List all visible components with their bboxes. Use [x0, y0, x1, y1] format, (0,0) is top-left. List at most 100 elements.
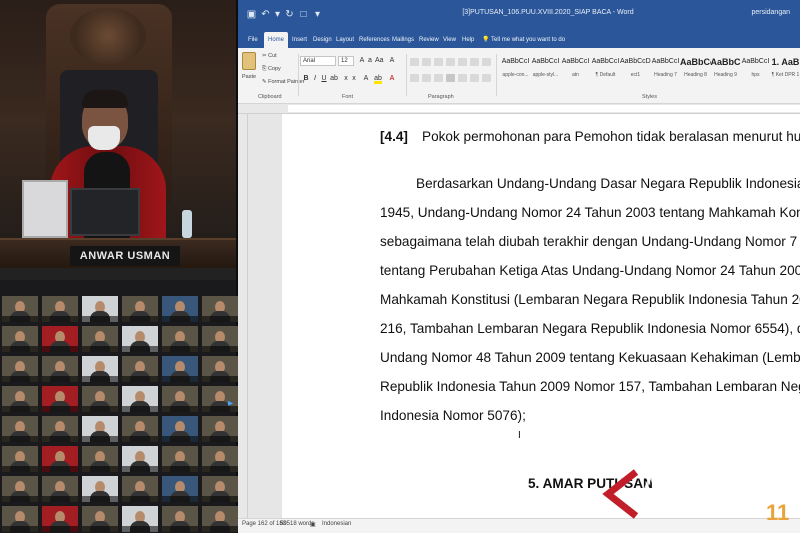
copy-button[interactable]: ⎘ Copy	[262, 66, 281, 73]
participant-tile[interactable]	[122, 356, 158, 382]
line-spacing-icon[interactable]	[458, 74, 467, 82]
next-page-arrow-icon[interactable]: ▸	[228, 396, 236, 412]
participant-tile[interactable]	[162, 296, 198, 322]
document-canvas[interactable]: [4.4] Pokok permohonan para Pemohon tida…	[248, 114, 800, 518]
shading-icon[interactable]	[470, 74, 479, 82]
italic-icon[interactable]: I	[311, 74, 319, 84]
participant-tile[interactable]	[122, 446, 158, 472]
participant-tile[interactable]	[82, 416, 118, 442]
underline-icon[interactable]: U	[320, 74, 328, 84]
style-option[interactable]: AaBbCc Heading 8	[680, 52, 711, 88]
style-option[interactable]: AaBbCcI ¶ Default	[590, 52, 621, 88]
borders-icon[interactable]	[482, 74, 491, 82]
subscript-icon[interactable]: x	[342, 74, 350, 84]
participant-tile[interactable]	[2, 386, 38, 412]
proofing-icon[interactable]: ▣	[310, 521, 316, 528]
clear-formatting-icon[interactable]: A	[388, 56, 396, 66]
participant-tile[interactable]	[42, 506, 78, 532]
style-option[interactable]: 1. AaB ¶ Ket DPR 1	[770, 52, 800, 88]
bullets-icon[interactable]	[410, 58, 419, 66]
vertical-ruler[interactable]	[238, 114, 248, 518]
shrink-font-icon[interactable]: a	[366, 56, 374, 66]
document-page[interactable]: [4.4] Pokok permohonan para Pemohon tida…	[282, 114, 800, 518]
font-color-icon[interactable]: A	[388, 74, 396, 84]
multilevel-list-icon[interactable]	[434, 58, 443, 66]
participant-tile[interactable]	[122, 416, 158, 442]
tab-file[interactable]: File	[244, 32, 262, 48]
align-left-icon[interactable]	[410, 74, 419, 82]
tab-mailings[interactable]: Mailings	[388, 32, 418, 48]
tab-view[interactable]: View	[439, 32, 460, 48]
highlight-color-icon[interactable]: ab	[374, 74, 382, 84]
participant-tile[interactable]	[122, 296, 158, 322]
participant-tile[interactable]	[202, 356, 238, 382]
participant-tile[interactable]	[2, 416, 38, 442]
participant-tile[interactable]	[42, 326, 78, 352]
participant-tile[interactable]	[162, 506, 198, 532]
participant-tile[interactable]	[162, 446, 198, 472]
undo-dropdown-icon[interactable]: ▾	[272, 9, 283, 20]
participant-tile[interactable]	[122, 506, 158, 532]
participant-tile[interactable]	[82, 296, 118, 322]
align-right-icon[interactable]	[434, 74, 443, 82]
participant-tile[interactable]	[2, 296, 38, 322]
font-name-select[interactable]: Arial	[300, 56, 336, 66]
style-option[interactable]: AaBbCcI Heading 7	[650, 52, 681, 88]
increase-indent-icon[interactable]	[458, 58, 467, 66]
participant-tile[interactable]	[82, 476, 118, 502]
participant-tile[interactable]	[42, 296, 78, 322]
grow-font-icon[interactable]: A	[358, 56, 366, 66]
participant-tile[interactable]	[122, 476, 158, 502]
participant-tile[interactable]	[122, 326, 158, 352]
participant-tile[interactable]	[162, 326, 198, 352]
participant-tile[interactable]	[202, 476, 238, 502]
participant-tile[interactable]	[162, 416, 198, 442]
decrease-indent-icon[interactable]	[446, 58, 455, 66]
style-option[interactable]: AaBbC Heading 9	[710, 52, 741, 88]
participant-tile[interactable]	[42, 386, 78, 412]
participant-tile[interactable]	[202, 506, 238, 532]
style-option[interactable]: AaBbCcDd ect1	[620, 52, 651, 88]
participant-tile[interactable]	[2, 326, 38, 352]
blank-document-icon[interactable]: □	[298, 9, 309, 20]
justify-icon[interactable]	[446, 74, 455, 82]
participant-tile[interactable]	[82, 446, 118, 472]
participant-tile[interactable]	[82, 356, 118, 382]
redo-icon[interactable]: ↻	[284, 9, 295, 20]
participant-tile[interactable]	[122, 386, 158, 412]
participant-tile[interactable]	[82, 386, 118, 412]
participant-tile[interactable]	[162, 476, 198, 502]
strikethrough-icon[interactable]: ab	[330, 74, 338, 84]
participant-tile[interactable]	[42, 356, 78, 382]
show-formatting-icon[interactable]	[482, 58, 491, 66]
participant-tile[interactable]	[82, 506, 118, 532]
tab-help[interactable]: Help	[458, 32, 478, 48]
cut-button[interactable]: ✂ Cut	[262, 53, 277, 59]
participant-tile[interactable]	[202, 326, 238, 352]
paste-button[interactable]: Paste	[242, 74, 256, 80]
participant-tile[interactable]	[42, 476, 78, 502]
style-option[interactable]: AaBbCcI apple-con...	[500, 52, 531, 88]
quick-access-more-icon[interactable]: ▾	[312, 9, 323, 20]
save-icon[interactable]: ▣	[246, 9, 257, 20]
tab-insert[interactable]: Insert	[288, 32, 311, 48]
sort-icon[interactable]	[470, 58, 479, 66]
style-option[interactable]: AaBbCcI apple-styl...	[530, 52, 561, 88]
participant-tile[interactable]	[42, 446, 78, 472]
participant-tile[interactable]	[2, 356, 38, 382]
align-center-icon[interactable]	[422, 74, 431, 82]
participant-tile[interactable]	[2, 446, 38, 472]
numbering-icon[interactable]	[422, 58, 431, 66]
paste-icon[interactable]	[242, 52, 256, 70]
active-speaker-video[interactable]: ANWAR USMAN	[0, 0, 236, 268]
participant-tile[interactable]	[42, 416, 78, 442]
superscript-icon[interactable]: x	[350, 74, 358, 84]
participant-tile[interactable]	[2, 506, 38, 532]
participant-tile[interactable]	[162, 386, 198, 412]
horizontal-ruler[interactable]	[238, 104, 800, 114]
undo-icon[interactable]: ↶	[260, 9, 271, 20]
participant-tile[interactable]	[202, 446, 238, 472]
participant-tile[interactable]	[82, 326, 118, 352]
language-indicator[interactable]: Indonesian	[322, 521, 351, 527]
change-case-icon[interactable]: Aa	[375, 56, 384, 66]
